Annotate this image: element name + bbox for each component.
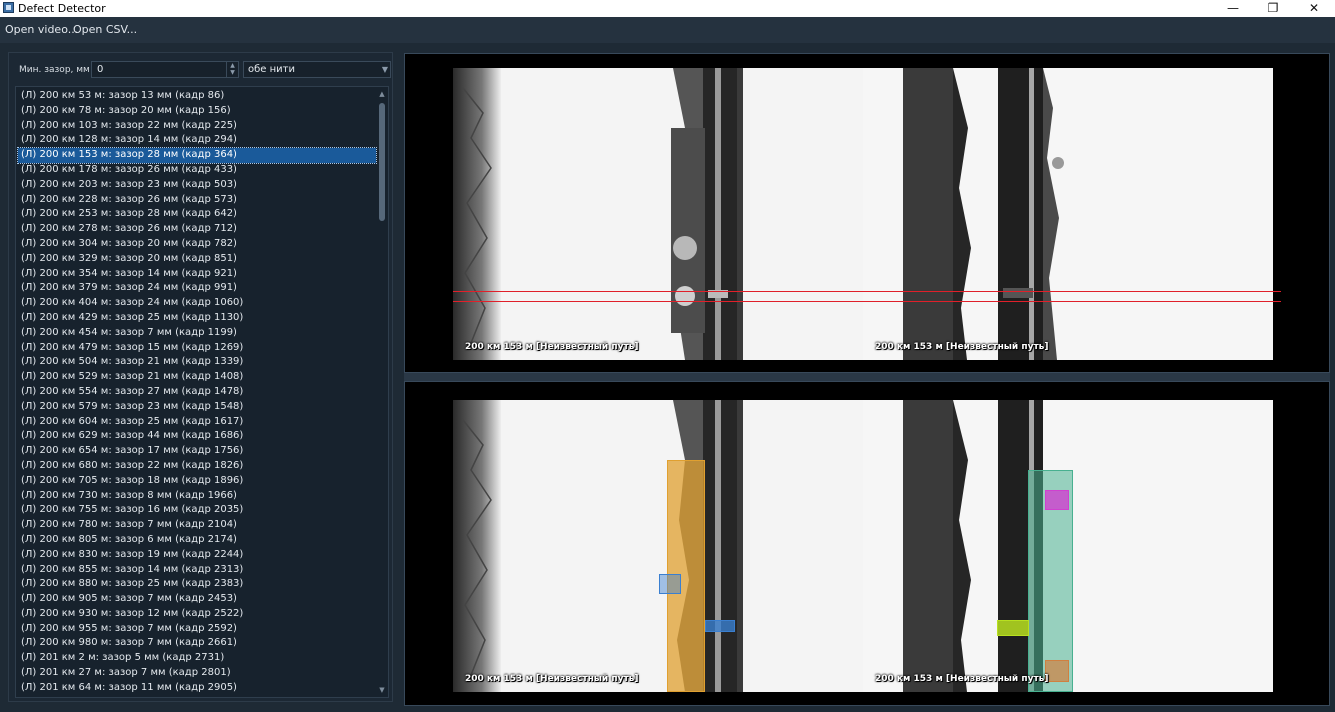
scroll-up-icon[interactable]: ▲ xyxy=(377,89,387,99)
rail-image-top-left xyxy=(453,68,863,360)
list-item[interactable]: (Л) 200 км 128 м: зазор 14 мм (кадр 294) xyxy=(18,133,376,148)
scan-line-lower xyxy=(453,301,1281,302)
scroll-down-icon[interactable]: ▼ xyxy=(377,685,387,695)
source-frames-view: 200 км 153 м [Неизвестный путь] 200 км 1… xyxy=(404,53,1330,373)
list-item[interactable]: (Л) 201 км 2 м: зазор 5 мм (кадр 2731) xyxy=(18,651,376,666)
list-item[interactable]: (Л) 200 км 329 м: зазор 20 мм (кадр 851) xyxy=(18,252,376,267)
list-item[interactable]: (Л) 200 км 604 м: зазор 25 мм (кадр 1617… xyxy=(18,415,376,430)
defect-list-items: (Л) 200 км 53 м: зазор 13 мм (кадр 86) (Л… xyxy=(17,89,377,696)
list-item[interactable]: (Л) 200 км 805 м: зазор 6 мм (кадр 2174) xyxy=(18,533,376,548)
list-item[interactable]: (Л) 200 км 880 м: зазор 25 мм (кадр 2383… xyxy=(18,577,376,592)
frame-top-right: 200 км 153 м [Неизвестный путь] xyxy=(863,68,1273,360)
rail-image-top-right xyxy=(863,68,1273,360)
frame-caption: 200 км 153 м [Неизвестный путь] xyxy=(465,674,639,684)
list-item[interactable]: (Л) 200 км 278 м: зазор 26 мм (кадр 712) xyxy=(18,222,376,237)
minimize-icon[interactable]: — xyxy=(1213,0,1253,17)
min-gap-spinner[interactable]: ▲ ▼ xyxy=(226,62,238,77)
list-item[interactable]: (Л) 200 км 830 м: зазор 19 мм (кадр 2244… xyxy=(18,548,376,563)
restore-icon[interactable]: ❐ xyxy=(1253,0,1293,17)
list-item[interactable]: (Л) 200 км 930 м: зазор 12 мм (кадр 2522… xyxy=(18,607,376,622)
list-item[interactable]: (Л) 200 км 203 м: зазор 23 мм (кадр 503) xyxy=(18,178,376,193)
open-csv-menu-item[interactable]: Open CSV... xyxy=(73,23,137,36)
list-item[interactable]: (Л) 200 км 579 м: зазор 23 мм (кадр 1548… xyxy=(18,400,376,415)
list-item[interactable]: (Л) 200 км 654 м: зазор 17 мм (кадр 1756… xyxy=(18,444,376,459)
list-item[interactable]: (Л) 200 км 780 м: зазор 7 мм (кадр 2104) xyxy=(18,518,376,533)
list-item[interactable]: (Л) 200 км 504 м: зазор 21 мм (кадр 1339… xyxy=(18,355,376,370)
list-item[interactable]: (Л) 200 км 429 м: зазор 25 мм (кадр 1130… xyxy=(18,311,376,326)
list-scrollbar[interactable]: ▲ ▼ xyxy=(377,89,387,695)
frame-top-left: 200 км 153 м [Неизвестный путь] xyxy=(453,68,863,360)
min-gap-value: 0 xyxy=(97,64,104,75)
list-item[interactable]: (Л) 200 км 228 м: зазор 26 мм (кадр 573) xyxy=(18,193,376,208)
list-item[interactable]: (Л) 200 км 404 м: зазор 24 мм (кадр 1060… xyxy=(18,296,376,311)
window-title: Defect Detector xyxy=(18,2,106,15)
frame-caption: 200 км 153 м [Неизвестный путь] xyxy=(875,674,1049,684)
title-bar: Defect Detector — ❐ ✕ xyxy=(0,0,1335,17)
dropdown-arrow-icon[interactable]: ▼ xyxy=(382,62,388,77)
list-item[interactable]: (Л) 200 км 354 м: зазор 14 мм (кадр 921) xyxy=(18,267,376,282)
frame-caption: 200 км 153 м [Неизвестный путь] xyxy=(465,342,639,352)
plate-detection xyxy=(1045,660,1069,682)
list-item[interactable]: (Л) 200 км 379 м: зазор 24 мм (кадр 991) xyxy=(18,281,376,296)
list-item[interactable]: (Л) 200 км 153 м: зазор 28 мм (кадр 364) xyxy=(17,147,377,164)
list-item[interactable]: (Л) 200 км 705 м: зазор 18 мм (кадр 1896… xyxy=(18,474,376,489)
min-gap-input[interactable]: 0 ▲ ▼ xyxy=(91,61,239,78)
min-gap-label: Мин. зазор, мм xyxy=(19,65,90,75)
list-item[interactable]: (Л) 200 км 454 м: зазор 7 мм (кадр 1199) xyxy=(18,326,376,341)
detection-frames-view: 200 км 153 м [Неизвестный путь] 200 км 1… xyxy=(404,381,1330,706)
list-item[interactable]: (Л) 200 км 855 м: зазор 14 мм (кадр 2313… xyxy=(18,563,376,578)
list-item[interactable]: (Л) 200 км 554 м: зазор 27 мм (кадр 1478… xyxy=(18,385,376,400)
list-item[interactable]: (Л) 200 км 304 м: зазор 20 мм (кадр 782) xyxy=(18,237,376,252)
list-item[interactable]: (Л) 200 км 730 м: зазор 8 мм (кадр 1966) xyxy=(18,489,376,504)
spin-up-icon[interactable]: ▲ xyxy=(227,62,238,69)
bolt-detection xyxy=(705,620,735,632)
rail-image-bottom-left xyxy=(453,400,863,692)
rail-select[interactable]: обе нити ▼ xyxy=(243,61,391,78)
list-item[interactable]: (Л) 200 км 905 м: зазор 7 мм (кадр 2453) xyxy=(18,592,376,607)
list-item[interactable]: (Л) 200 км 479 м: зазор 15 мм (кадр 1269… xyxy=(18,341,376,356)
spin-down-icon[interactable]: ▼ xyxy=(227,69,238,76)
list-item[interactable]: (Л) 201 км 27 м: зазор 7 мм (кадр 2801) xyxy=(18,666,376,681)
list-item[interactable]: (Л) 200 км 629 м: зазор 44 мм (кадр 1686… xyxy=(18,429,376,444)
list-item[interactable]: (Л) 200 км 103 м: зазор 22 мм (кадр 225) xyxy=(18,119,376,134)
list-item[interactable]: (Л) 200 км 178 м: зазор 26 мм (кадр 433) xyxy=(18,163,376,178)
list-item[interactable]: (Л) 200 км 980 м: зазор 7 мм (кадр 2661) xyxy=(18,636,376,651)
view-splitter[interactable] xyxy=(404,373,1330,381)
list-item[interactable]: (Л) 200 км 955 м: зазор 7 мм (кадр 2592) xyxy=(18,622,376,637)
list-item[interactable]: (Л) 200 км 755 м: зазор 16 мм (кадр 2035… xyxy=(18,503,376,518)
frame-bottom-left: 200 км 153 м [Неизвестный путь] xyxy=(453,400,863,692)
list-item[interactable]: (Л) 200 км 680 м: зазор 22 мм (кадр 1826… xyxy=(18,459,376,474)
list-item[interactable]: (Л) 200 км 253 м: зазор 28 мм (кадр 642) xyxy=(18,207,376,222)
clip-detection xyxy=(1045,490,1069,510)
scan-line-upper xyxy=(453,291,1281,292)
list-item[interactable]: (Л) 200 км 529 м: зазор 21 мм (кадр 1408… xyxy=(18,370,376,385)
defect-list[interactable]: (Л) 200 км 53 м: зазор 13 мм (кадр 86) (Л… xyxy=(15,86,389,698)
open-video-menu-item[interactable]: Open video... xyxy=(5,23,78,36)
list-item[interactable]: (Л) 200 км 78 м: зазор 20 мм (кадр 156) xyxy=(18,104,376,119)
defect-list-panel: Мин. зазор, мм 0 ▲ ▼ обе нити ▼ (Л) 200 … xyxy=(8,52,393,702)
frame-caption: 200 км 153 м [Неизвестный путь] xyxy=(875,342,1049,352)
bolt-detection xyxy=(659,574,681,594)
menu-bar: Open video... Open CSV... xyxy=(0,17,1335,43)
scroll-thumb[interactable] xyxy=(379,103,385,221)
fastener-detection xyxy=(997,620,1029,636)
list-item[interactable]: (Л) 201 км 64 м: зазор 11 мм (кадр 2905) xyxy=(18,681,376,696)
list-item[interactable]: (Л) 200 км 53 м: зазор 13 мм (кадр 86) xyxy=(18,89,376,104)
frame-bottom-right: 200 км 153 м [Неизвестный путь] xyxy=(863,400,1273,692)
rail-select-value: обе нити xyxy=(248,64,295,75)
close-icon[interactable]: ✕ xyxy=(1294,0,1334,17)
app-icon xyxy=(3,2,14,13)
